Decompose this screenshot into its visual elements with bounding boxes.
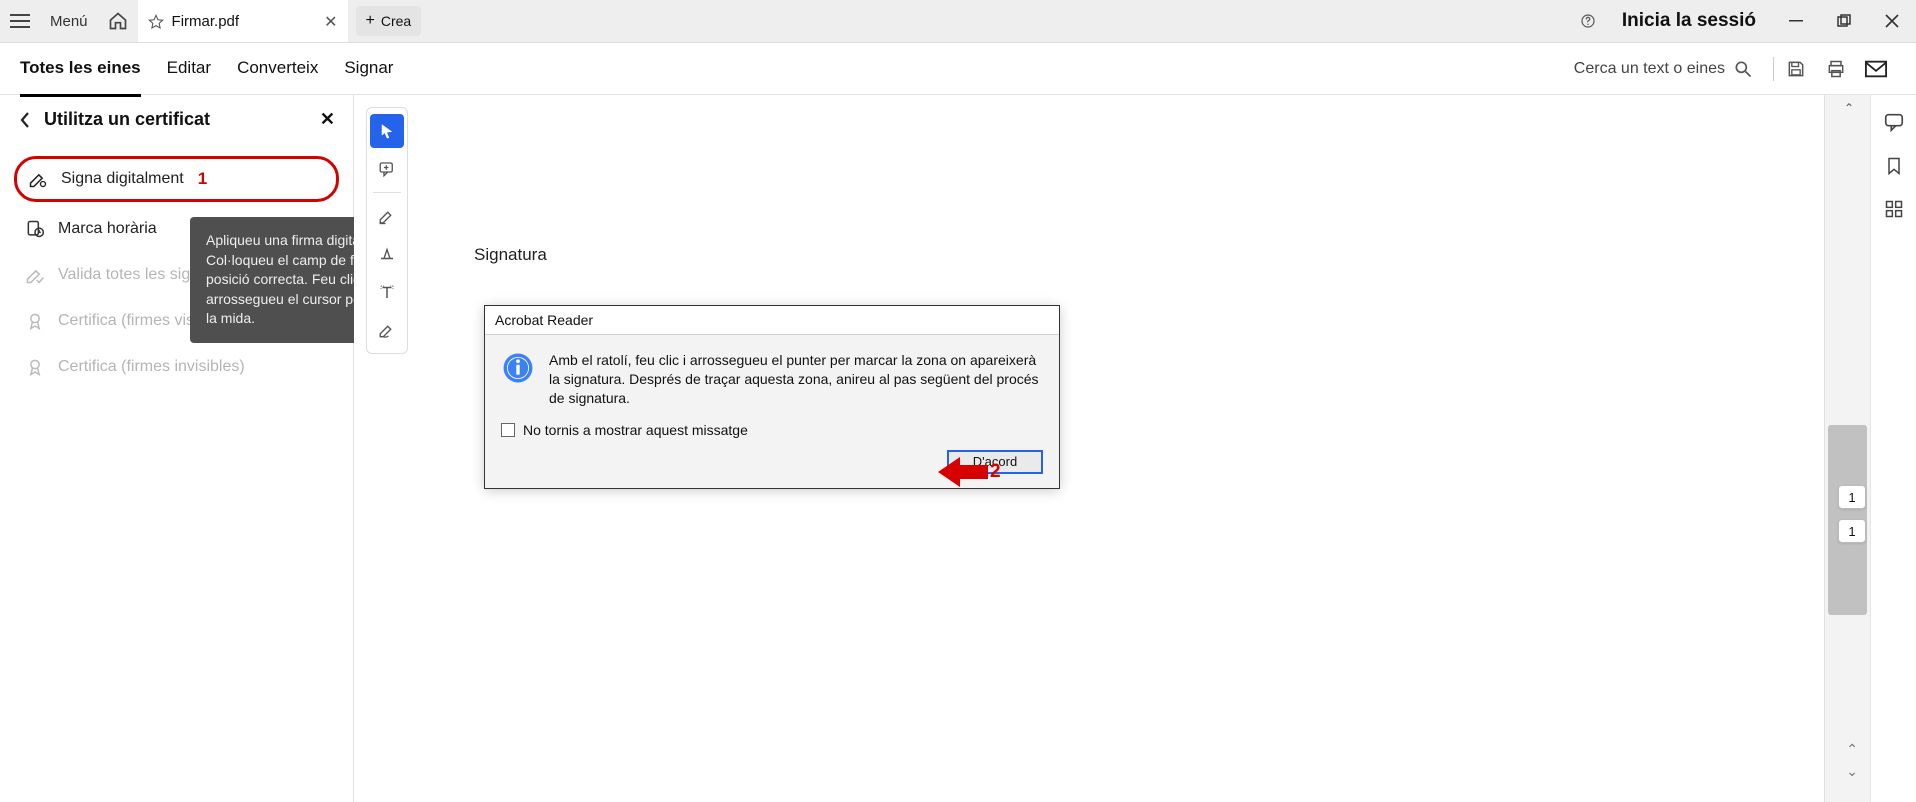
print-button[interactable]	[1816, 57, 1856, 81]
info-icon	[501, 351, 535, 385]
help-icon	[1580, 11, 1596, 31]
window-minimize[interactable]	[1772, 14, 1820, 28]
dialog-checkbox-row[interactable]: No tornis a mostrar aquest missatge	[485, 418, 1059, 450]
dialog-title: Acrobat Reader	[485, 306, 1059, 335]
new-tab-button[interactable]: + Crea	[356, 6, 422, 36]
search-placeholder: Cerca un text o eines	[1574, 60, 1725, 78]
sidebar-item-sign-digitally[interactable]: Signa digitalment	[14, 156, 339, 202]
star-icon	[148, 14, 164, 30]
panel-close-button[interactable]: ✕	[320, 109, 335, 130]
highlight-icon	[378, 207, 396, 225]
sidebar-item-label: Certifica (firmes invisibles)	[58, 358, 245, 376]
menu-label[interactable]: Menú	[40, 0, 98, 42]
checkbox[interactable]	[501, 423, 515, 437]
highlight-tool[interactable]	[370, 199, 404, 233]
underline-tool[interactable]	[370, 237, 404, 271]
arrow-left-icon	[938, 455, 988, 489]
add-comment-icon	[378, 160, 396, 178]
mail-icon	[1865, 60, 1887, 78]
doc-signature-label: Signatura	[474, 245, 547, 265]
tab-sign[interactable]: Signar	[344, 58, 393, 80]
back-button[interactable]	[18, 112, 32, 128]
sign-pen-icon	[27, 169, 49, 189]
home-button[interactable]	[98, 0, 138, 42]
tab-close-button[interactable]: ✕	[324, 12, 337, 32]
sign-tool[interactable]	[370, 313, 404, 347]
comment-icon	[1883, 111, 1905, 133]
bookmark-icon	[1884, 155, 1904, 177]
annotation-number: 2	[990, 461, 1001, 483]
tab-convert[interactable]: Converteix	[237, 58, 318, 80]
save-icon	[1786, 59, 1806, 79]
separator	[1773, 57, 1774, 81]
search-box[interactable]: Cerca un text o eines	[1574, 59, 1753, 79]
page-input[interactable]: 1	[1838, 485, 1866, 509]
tab-all-tools[interactable]: Totes les eines	[20, 58, 141, 97]
window-close[interactable]	[1868, 14, 1916, 28]
page-down-button[interactable]: ⌄	[1846, 763, 1858, 780]
window-maximize[interactable]	[1820, 14, 1868, 28]
save-button[interactable]	[1776, 57, 1816, 81]
medal-icon	[24, 311, 46, 331]
signature-icon	[378, 321, 396, 339]
page-total: 1	[1838, 519, 1866, 543]
grid-icon	[1884, 199, 1904, 219]
panel-title: Utilitza un certificat	[44, 109, 210, 130]
share-button[interactable]	[1856, 57, 1896, 81]
validate-icon	[24, 265, 46, 285]
dialog-body-text: Amb el ratolí, feu clic i arrossegueu el…	[549, 351, 1043, 408]
print-icon	[1826, 59, 1846, 79]
timestamp-icon	[24, 219, 46, 239]
document-area[interactable]: Signatura Acrobat Reader Amb el ratolí, …	[354, 95, 1824, 802]
sidebar-item-label: Marca horària	[58, 220, 157, 238]
document-tab[interactable]: Firmar.pdf ✕	[138, 0, 348, 42]
text-icon	[378, 283, 396, 301]
panels-grid-button[interactable]	[1884, 199, 1904, 219]
comments-panel-button[interactable]	[1883, 111, 1905, 133]
annotation-step-2: 2	[938, 455, 1001, 489]
bookmarks-panel-button[interactable]	[1884, 155, 1904, 177]
new-tab-label: Crea	[381, 13, 411, 29]
home-icon	[108, 11, 128, 31]
tab-title: Firmar.pdf	[172, 13, 240, 30]
left-panel: Utilitza un certificat ✕ Signa digitalme…	[0, 95, 354, 802]
plus-icon: +	[366, 12, 375, 30]
main-toolbar: Totes les eines Editar Converteix Signar…	[0, 43, 1916, 95]
menu-button[interactable]	[0, 0, 40, 42]
text-tool[interactable]	[370, 275, 404, 309]
tab-edit[interactable]: Editar	[167, 58, 211, 80]
separator	[373, 192, 401, 193]
signin-button[interactable]: Inicia la sessió	[1606, 10, 1772, 32]
add-comment-tool[interactable]	[370, 152, 404, 186]
select-tool[interactable]	[370, 114, 404, 148]
scrollbar[interactable]: ⌃ 1 1 ⌃ ⌄	[1824, 95, 1870, 802]
floating-toolbar	[366, 107, 408, 354]
hamburger-icon	[10, 14, 30, 28]
chevron-up-icon[interactable]: ⌃	[1844, 101, 1854, 115]
page-up-button[interactable]: ⌃	[1846, 741, 1858, 758]
checkbox-label: No tornis a mostrar aquest missatge	[523, 422, 748, 438]
search-icon	[1733, 59, 1753, 79]
titlebar: Menú Firmar.pdf ✕ + Crea Inicia la sessi…	[0, 0, 1916, 43]
help-button[interactable]	[1570, 11, 1606, 31]
sidebar-item-certify-invisible: Certifica (firmes invisibles)	[18, 344, 335, 390]
right-rail	[1870, 95, 1916, 802]
medal-icon	[24, 357, 46, 377]
sidebar-item-label: Signa digitalment	[61, 170, 184, 188]
cursor-icon	[378, 122, 396, 140]
underline-icon	[378, 245, 396, 263]
